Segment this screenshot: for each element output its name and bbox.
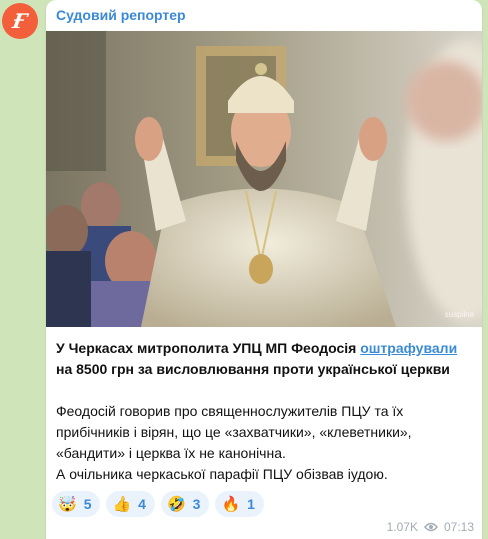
message-photo[interactable]: suspilne xyxy=(46,31,482,327)
headline-link[interactable]: оштрафували xyxy=(360,340,457,356)
rofl-icon: 🤣 xyxy=(166,496,186,513)
exploding-head-icon: 🤯 xyxy=(58,496,77,513)
reactions-bar: 🤯 5 👍 4 🤣 3 🔥 1 xyxy=(52,491,264,517)
photo-illustration xyxy=(46,31,482,327)
fire-icon: 🔥 xyxy=(221,496,241,513)
channel-name[interactable]: Судовий репортер xyxy=(56,7,186,23)
reaction-rofl[interactable]: 🤣 3 xyxy=(160,491,210,517)
view-count: 1.07K xyxy=(386,520,418,534)
eye-icon xyxy=(424,522,438,532)
message-bubble: Судовий репортер suspilne У Черкасах мит… xyxy=(46,0,482,539)
message-meta: 1.07K 07:13 xyxy=(387,520,474,534)
avatar-logo-glyph: Ғ xyxy=(10,9,30,33)
reaction-count: 3 xyxy=(192,496,201,512)
reaction-count: 5 xyxy=(83,496,92,512)
reaction-count: 1 xyxy=(247,496,255,512)
message-text: У Черкасах митрополита УПЦ МП Феодосія о… xyxy=(56,338,474,485)
reaction-exploding-head[interactable]: 🤯 5 xyxy=(52,491,101,517)
photo-watermark: suspilne xyxy=(444,310,474,319)
channel-avatar[interactable]: Ғ xyxy=(2,3,38,39)
reaction-thumbs-up[interactable]: 👍 4 xyxy=(106,491,155,517)
reaction-count: 4 xyxy=(138,496,146,512)
message-body: Феодосій говорив про священнослужителів … xyxy=(56,403,412,461)
message-body-last-line: А очільника черкаської парафії ПЦУ обізв… xyxy=(56,466,388,482)
message-headline: У Черкасах митрополита УПЦ МП Феодосія о… xyxy=(56,340,458,377)
message-time: 07:13 xyxy=(443,520,474,534)
reaction-fire[interactable]: 🔥 1 xyxy=(215,491,264,517)
thumbs-up-icon: 👍 xyxy=(112,496,132,513)
